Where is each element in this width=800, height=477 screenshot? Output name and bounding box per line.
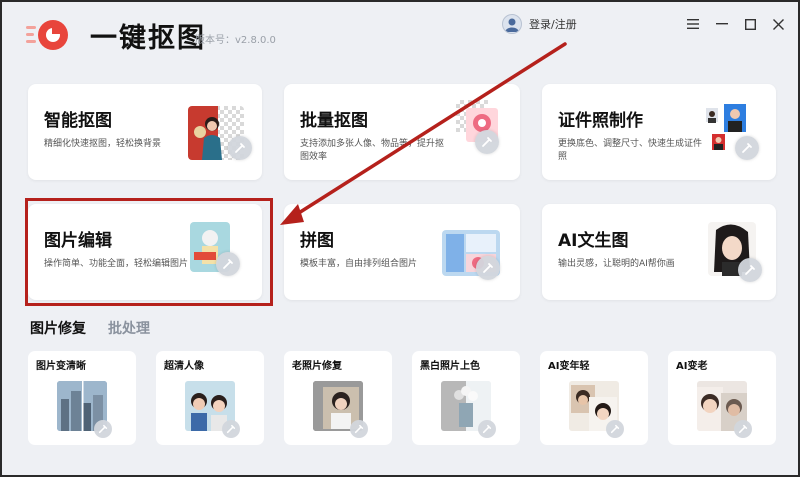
repair-card-old-photo[interactable]: 老照片修复	[284, 351, 392, 445]
tab-batch-processing[interactable]: 批处理	[108, 318, 150, 338]
card-desc: 更换底色、调整尺寸、快速生成证件照	[558, 139, 703, 162]
colorize-badge-icon	[478, 420, 496, 438]
card-smart-cutout[interactable]: 智能抠图 精细化快速抠图，轻松换背景	[28, 84, 262, 180]
app-name: 一键抠图	[90, 23, 206, 54]
card-batch-cutout[interactable]: 批量抠图 支持添加多张人像、物品等，提升抠图效率	[284, 84, 520, 180]
repair-card-enhance[interactable]: 图片变清晰	[28, 351, 136, 445]
close-icon[interactable]	[770, 16, 786, 32]
tab-image-repair[interactable]: 图片修复	[30, 318, 86, 338]
card-title: 黑白照片上色	[420, 361, 480, 372]
repair-card-ai-younger[interactable]: AI变年轻	[540, 351, 648, 445]
repair-card-hd-portrait[interactable]: 超清人像	[156, 351, 264, 445]
repair-card-ai-older[interactable]: AI变老	[668, 351, 776, 445]
menu-icon[interactable]	[685, 16, 701, 32]
app-window: 一键抠图 版本号：v2.8.0.0 登录/注册 智能抠图 精细化快速抠图，轻松换…	[0, 0, 800, 477]
ai-badge-icon	[738, 258, 762, 282]
card-title: 超清人像	[164, 361, 204, 372]
ai-older-badge-icon	[734, 420, 752, 438]
user-avatar-icon	[502, 14, 522, 34]
card-title: 图片变清晰	[36, 361, 86, 372]
card-image-edit[interactable]: 图片编辑 操作简单、功能全面，轻松编辑图片	[28, 204, 262, 300]
card-desc: 支持添加多张人像、物品等，提升抠图效率	[300, 139, 445, 162]
batch-badge-icon	[475, 130, 499, 154]
cutout-badge-icon	[228, 136, 252, 160]
card-title: AI变老	[676, 361, 708, 372]
card-title: AI文生图	[558, 231, 629, 251]
edit-badge-icon	[216, 252, 240, 276]
minimize-icon[interactable]	[714, 16, 730, 32]
card-ai-text-to-image[interactable]: AI文生图 输出灵感，让聪明的AI帮你画	[542, 204, 776, 300]
card-title: 老照片修复	[292, 361, 342, 372]
enhance-badge-icon	[94, 420, 112, 438]
card-desc: 精细化快速抠图，轻松换背景	[44, 139, 162, 149]
collage-badge-icon	[476, 256, 500, 280]
ai-younger-badge-icon	[606, 420, 624, 438]
card-id-photo[interactable]: 证件照制作 更换底色、调整尺寸、快速生成证件照	[542, 84, 776, 180]
version-label: 版本号：v2.8.0.0	[195, 35, 276, 46]
login-label: 登录/注册	[529, 18, 577, 31]
card-desc: 操作简单、功能全面，轻松编辑图片	[44, 259, 189, 269]
card-collage[interactable]: 拼图 模板丰富，自由排列组合图片	[284, 204, 520, 300]
old-photo-badge-icon	[350, 420, 368, 438]
id-photo-badge-icon	[735, 136, 759, 160]
card-title: AI变年轻	[548, 361, 590, 372]
card-title: 智能抠图	[44, 111, 112, 131]
card-desc: 输出灵感，让聪明的AI帮你画	[558, 259, 675, 269]
login-button[interactable]: 登录/注册	[502, 14, 577, 34]
card-title: 拼图	[300, 231, 334, 251]
card-title: 图片编辑	[44, 231, 112, 251]
card-desc: 模板丰富，自由排列组合图片	[300, 259, 418, 269]
repair-card-colorize[interactable]: 黑白照片上色	[412, 351, 520, 445]
app-logo-icon	[26, 20, 68, 50]
card-title: 证件照制作	[558, 111, 643, 131]
card-title: 批量抠图	[300, 111, 368, 131]
maximize-icon[interactable]	[742, 16, 758, 32]
hd-portrait-badge-icon	[222, 420, 240, 438]
